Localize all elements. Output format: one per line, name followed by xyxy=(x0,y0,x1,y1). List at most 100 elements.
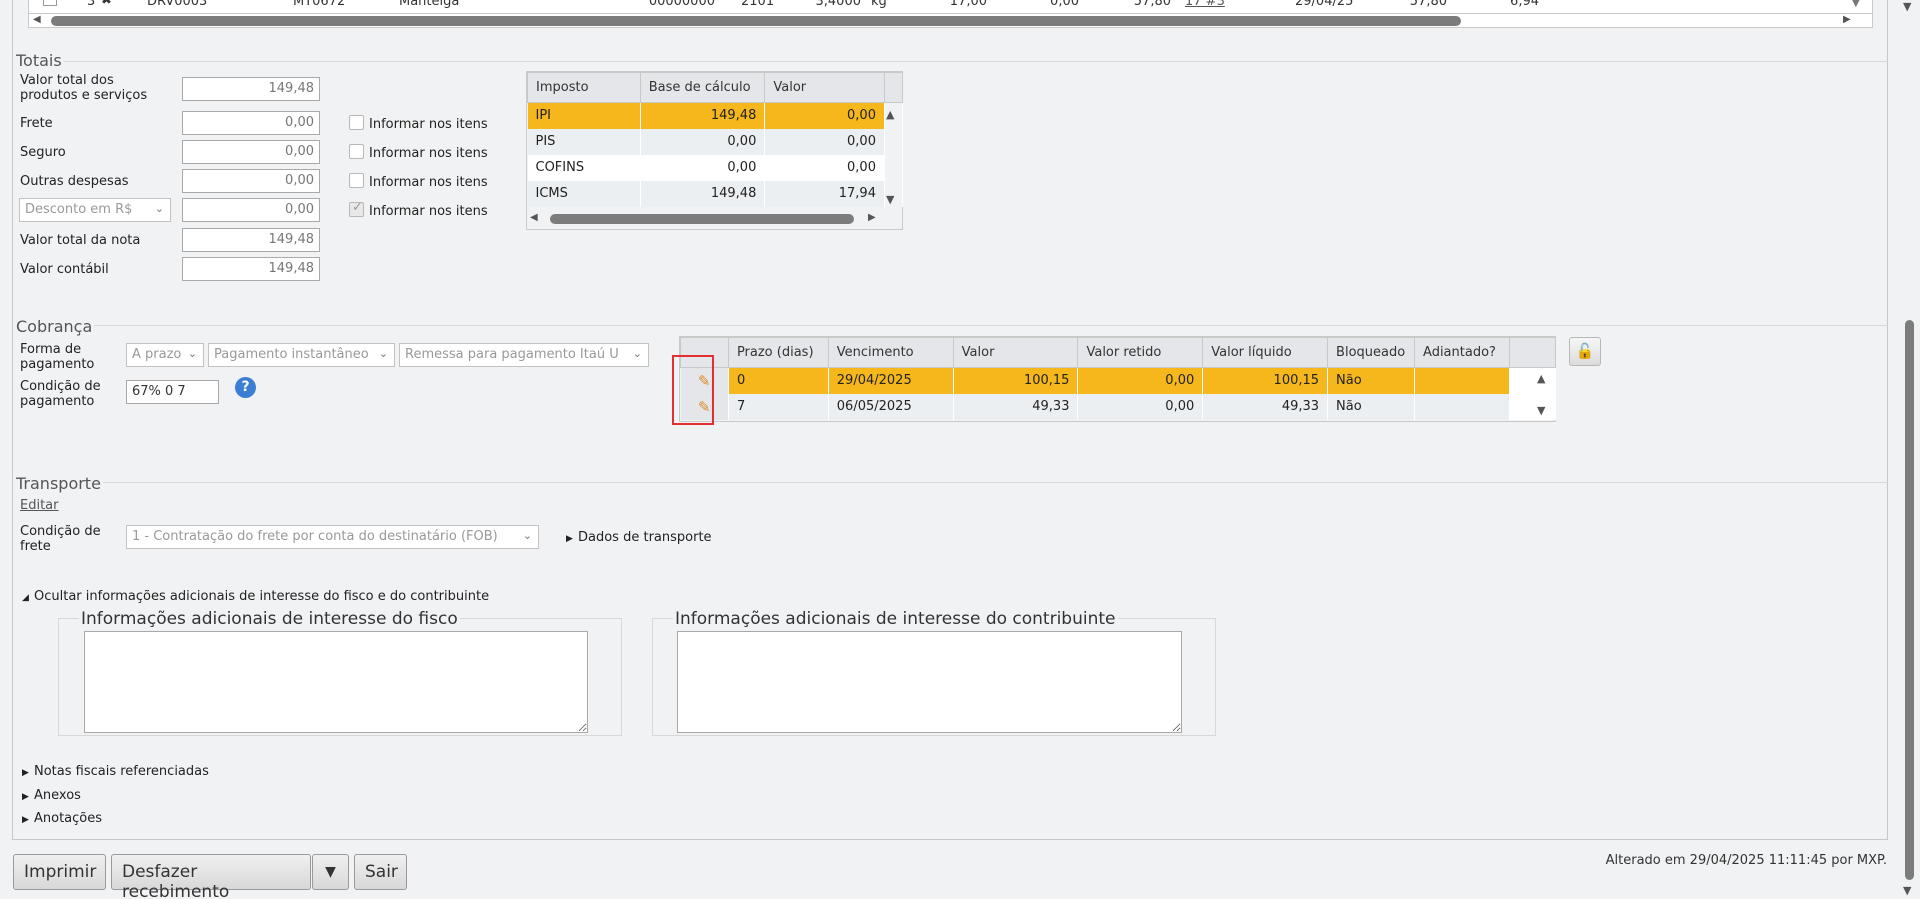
table-row[interactable]: COFINS 0,00 0,00 xyxy=(527,154,904,181)
parcela-cell: 0,00 xyxy=(1077,367,1204,394)
items-grid-hscrollbar[interactable]: ◀ ▶ xyxy=(28,14,1873,28)
parcela-cell: 0,00 xyxy=(1077,393,1204,420)
row-total: 57,80 xyxy=(1133,0,1171,9)
scroll-thumb[interactable] xyxy=(51,16,1461,26)
forma-pagamento-label: Forma de pagamento xyxy=(20,342,95,372)
tax-col-imposto[interactable]: Imposto xyxy=(527,72,641,103)
seguro-field[interactable]: 0,00 xyxy=(182,140,320,164)
chevron-down-icon: ⌄ xyxy=(522,529,532,542)
table-row[interactable]: ✎ 0 29/04/2025 100,15 0,00 100,15 Não xyxy=(680,367,1556,394)
frete-field[interactable]: 0,00 xyxy=(182,111,320,135)
undo-receipt-button[interactable]: Desfazer recebimento xyxy=(111,854,311,899)
caret-right-icon: ▶ xyxy=(22,768,29,778)
tipo-pagamento-select[interactable]: Pagamento instantâneo ⌄ xyxy=(208,343,395,367)
tax-cell: 0,00 xyxy=(764,128,885,155)
tax-cell: COFINS xyxy=(527,154,641,181)
edit-highlight-box xyxy=(672,355,714,425)
parcelas-col-spacer xyxy=(1509,337,1556,368)
contribuinte-legend: Informações adicionais de interesse do c… xyxy=(673,609,1118,629)
forma-pagamento-select[interactable]: A prazo ⌄ xyxy=(126,343,204,367)
parcelas-col-bloqueado[interactable]: Bloqueado xyxy=(1327,337,1416,368)
scroll-left-icon[interactable]: ◀ xyxy=(33,14,41,25)
parcela-cell: 49,33 xyxy=(1202,393,1329,420)
transporte-edit-link[interactable]: Editar xyxy=(20,498,59,513)
desconto-type-value: Desconto em R$ xyxy=(25,202,133,217)
tax-col-valor[interactable]: Valor xyxy=(764,72,885,103)
outras-despesas-informar-checkbox[interactable] xyxy=(349,173,364,188)
row-cfop: 2101 xyxy=(741,0,775,9)
frete-label: Frete xyxy=(20,116,53,131)
row-disc: 0,00 xyxy=(1050,0,1079,9)
total-produtos-field[interactable]: 149,48 xyxy=(182,77,320,101)
scroll-right-icon[interactable]: ▶ xyxy=(1843,14,1851,25)
parcelas-col-prazo[interactable]: Prazo (dias) xyxy=(727,337,829,368)
totais-title: Totais xyxy=(16,51,62,70)
table-row[interactable]: ✎ 7 06/05/2025 49,33 0,00 49,33 Não xyxy=(680,393,1556,420)
scroll-thumb[interactable] xyxy=(1905,320,1914,880)
close-icon[interactable]: ✖ xyxy=(101,0,112,8)
row-checkbox[interactable] xyxy=(43,0,57,6)
outras-despesas-field[interactable]: 0,00 xyxy=(182,169,320,193)
print-button[interactable]: Imprimir xyxy=(13,854,106,890)
table-row[interactable]: PIS 0,00 0,00 xyxy=(527,128,904,155)
table-row[interactable]: ICMS 149,48 17,94 xyxy=(527,180,904,207)
parcelas-col-valor-liquido[interactable]: Valor líquido xyxy=(1202,337,1329,368)
desconto-type-select[interactable]: Desconto em R$ ⌄ xyxy=(19,198,171,222)
fisco-textarea[interactable] xyxy=(84,631,588,733)
contribuinte-textarea[interactable] xyxy=(677,631,1182,733)
parcelas-col-vencimento[interactable]: Vencimento xyxy=(827,337,954,368)
info-adicionais-toggle[interactable]: ◢ Ocultar informações adicionais de inter… xyxy=(22,589,489,606)
tax-cell: 0,00 xyxy=(640,128,766,155)
grid-scroll-down-icon[interactable]: ▼ xyxy=(1852,0,1860,9)
parcelas-col-valor-retido[interactable]: Valor retido xyxy=(1077,337,1204,368)
scroll-thumb[interactable] xyxy=(550,214,854,224)
undo-options-dropdown[interactable]: ▼ xyxy=(312,854,349,890)
tax-cell: 0,00 xyxy=(640,154,766,181)
page-vscrollbar[interactable]: ▼ ▼ xyxy=(1900,0,1918,899)
tax-scroll-up-icon[interactable]: ▲ xyxy=(886,108,894,121)
tax-cell: 149,48 xyxy=(640,180,766,207)
condicao-pagamento-field[interactable]: 67% 0 7 xyxy=(126,380,219,404)
anexos-toggle[interactable]: ▶ Anexos xyxy=(22,788,81,805)
parcelas-scroll-down-icon[interactable]: ▼ xyxy=(1537,404,1545,417)
scroll-left-icon[interactable]: ◀ xyxy=(530,212,538,223)
condicao-frete-select[interactable]: 1 - Contratação do frete por conta do de… xyxy=(126,525,539,549)
desconto-field[interactable]: 0,00 xyxy=(182,198,320,222)
parcelas-col-adiantado[interactable]: Adiantado? xyxy=(1414,337,1511,368)
table-row[interactable]: IPI 149,48 0,00 xyxy=(527,102,904,129)
tax-col-base[interactable]: Base de cálculo xyxy=(639,72,766,103)
tax-cell: 17,94 xyxy=(764,180,885,207)
tax-cell: ICMS xyxy=(527,180,641,207)
tax-hscrollbar[interactable]: ◀ ▶ xyxy=(530,212,882,226)
total-nota-field[interactable]: 149,48 xyxy=(182,228,320,252)
parcela-cell: 100,15 xyxy=(953,367,1079,394)
caret-down-icon: ◢ xyxy=(22,593,29,603)
parcelas-col-valor[interactable]: Valor xyxy=(952,337,1079,368)
scroll-down-icon[interactable]: ▼ xyxy=(1903,884,1911,897)
dados-transporte-toggle[interactable]: ▶ Dados de transporte xyxy=(566,530,712,547)
anotacoes-toggle[interactable]: ▶ Anotações xyxy=(22,811,102,828)
question-circle-icon[interactable]: ? xyxy=(235,377,256,398)
totais-divider xyxy=(64,61,1888,62)
notas-referenciadas-label: Notas fiscais referenciadas xyxy=(34,764,209,779)
parcelas-scroll-up-icon[interactable]: ▲ xyxy=(1537,372,1545,385)
tax-scroll-down-icon[interactable]: ▼ xyxy=(886,193,894,206)
caret-right-icon: ▶ xyxy=(566,534,573,544)
row-link[interactable]: 17 #3 xyxy=(1185,0,1225,9)
tax-scroll-cell xyxy=(884,128,904,155)
valor-contabil-field[interactable]: 149,48 xyxy=(182,257,320,281)
exit-button[interactable]: Sair xyxy=(354,854,407,890)
notas-referenciadas-toggle[interactable]: ▶ Notas fiscais referenciadas xyxy=(22,764,209,781)
scroll-down-icon[interactable]: ▼ xyxy=(1903,0,1911,13)
frete-informar-checkbox[interactable] xyxy=(349,115,364,130)
total-produtos-label: Valor total dos produtos e serviços xyxy=(20,73,148,103)
unlock-icon[interactable]: 🔓 xyxy=(1569,337,1601,366)
seguro-informar-checkbox[interactable] xyxy=(349,144,364,159)
row-unit: kg xyxy=(871,0,887,9)
transporte-title: Transporte xyxy=(16,474,101,493)
valor-contabil-label: Valor contábil xyxy=(20,262,109,277)
scroll-right-icon[interactable]: ▶ xyxy=(868,212,876,223)
tax-scroll-cell xyxy=(884,154,904,181)
remessa-select[interactable]: Remessa para pagamento Itaú U ⌄ xyxy=(399,343,649,367)
caret-down-icon: ▼ xyxy=(325,864,336,880)
